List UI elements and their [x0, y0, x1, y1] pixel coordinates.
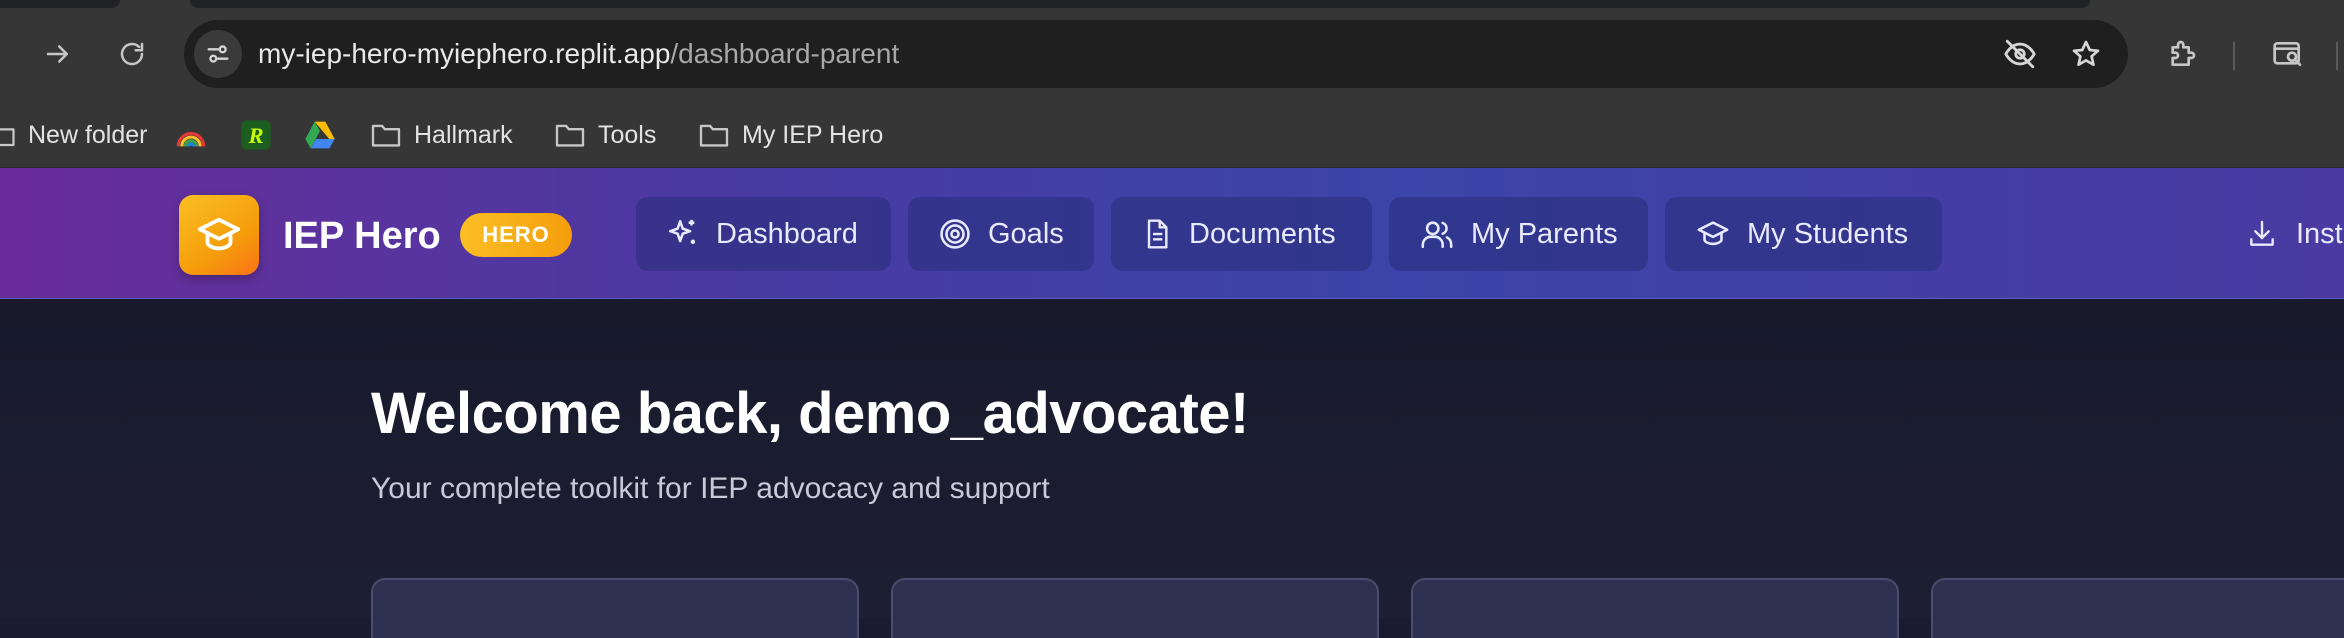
folder-icon: [0, 122, 16, 148]
install-label: Inst: [2296, 217, 2343, 250]
page-subtitle: Your complete toolkit for IEP advocacy a…: [371, 472, 1050, 505]
nav-documents[interactable]: Documents: [1111, 197, 1372, 271]
svg-text:R: R: [247, 123, 263, 148]
nav-dashboard[interactable]: Dashboard: [636, 197, 891, 271]
bookmark-label: Hallmark: [414, 120, 513, 149]
document-icon: [1141, 217, 1173, 251]
bookmark-label: Tools: [598, 120, 657, 149]
toolbar-divider: [2233, 42, 2235, 70]
nav-label: Documents: [1189, 217, 1336, 250]
graduation-cap-icon: [196, 212, 242, 258]
tab-strip: [0, 0, 2344, 8]
site-info-button[interactable]: [194, 30, 242, 78]
url-host: my-iep-hero-myiephero.replit.app: [258, 38, 671, 69]
bookmark-r-logo[interactable]: R: [240, 102, 272, 168]
install-button[interactable]: Inst: [2246, 197, 2343, 271]
extensions-icon: [2166, 38, 2198, 70]
tracking-protection-button[interactable]: [1996, 30, 2044, 78]
bookmark-tools[interactable]: Tools: [554, 102, 656, 168]
download-icon: [2246, 218, 2278, 250]
dashboard-card[interactable]: [891, 578, 1379, 638]
main-content: Welcome back, demo_advocate! Your comple…: [0, 300, 2344, 638]
rainbow-icon: [174, 118, 208, 152]
bookmark-star-button[interactable]: [2062, 30, 2110, 78]
bookmark-rainbow[interactable]: [174, 102, 208, 168]
google-drive-icon: [304, 120, 336, 150]
reload-button[interactable]: [108, 30, 156, 78]
toolbar-divider-2: [2336, 42, 2338, 70]
url-text[interactable]: my-iep-hero-myiephero.replit.app/dashboa…: [258, 20, 899, 88]
bookmark-google-drive[interactable]: [304, 102, 336, 168]
page-title: Welcome back, demo_advocate!: [371, 381, 1249, 446]
app-logo[interactable]: [179, 195, 259, 275]
brand-name[interactable]: IEP Hero: [283, 208, 441, 264]
address-bar[interactable]: my-iep-hero-myiephero.replit.app/dashboa…: [184, 20, 2128, 88]
eye-off-icon: [2003, 37, 2037, 71]
active-tab-edge: [190, 0, 2090, 8]
r-logo-icon: R: [240, 119, 272, 151]
forward-icon: [43, 39, 73, 69]
nav-goals[interactable]: Goals: [908, 197, 1094, 271]
site-info-icon: [204, 40, 232, 68]
folder-icon: [698, 122, 730, 148]
folder-icon: [370, 122, 402, 148]
bookmark-label: My IEP Hero: [742, 120, 884, 149]
folder-icon: [554, 122, 586, 148]
graduation-cap-icon: [1695, 217, 1731, 251]
tab-edge: [0, 0, 120, 8]
hero-badge: HERO: [460, 213, 572, 257]
extensions-button[interactable]: [2158, 30, 2206, 78]
sparkles-icon: [666, 217, 700, 251]
nav-my-students[interactable]: My Students: [1665, 197, 1942, 271]
dashboard-card[interactable]: [1931, 578, 2344, 638]
forward-button[interactable]: [34, 30, 82, 78]
bookmark-label: New folder: [28, 120, 148, 149]
bookmark-hallmark[interactable]: Hallmark: [370, 102, 513, 168]
url-path: /dashboard-parent: [670, 38, 900, 69]
nav-label: My Parents: [1471, 217, 1618, 250]
bookmarks-bar: New folder R Hallmark Tools My IEP Hero: [0, 102, 2344, 168]
nav-label: Dashboard: [716, 217, 858, 250]
bookmark-my-iep-hero[interactable]: My IEP Hero: [698, 102, 883, 168]
app-header: IEP Hero HERO Dashboard Goals Documents …: [0, 168, 2344, 299]
tab-search-icon: [2272, 38, 2304, 70]
users-icon: [1419, 217, 1455, 251]
nav-label: Goals: [988, 217, 1064, 250]
target-icon: [938, 217, 972, 251]
reload-icon: [117, 39, 147, 69]
dashboard-card[interactable]: [1411, 578, 1899, 638]
nav-label: My Students: [1747, 217, 1909, 250]
bookmark-new-folder[interactable]: New folder: [0, 102, 148, 168]
nav-my-parents[interactable]: My Parents: [1389, 197, 1648, 271]
tab-search-button[interactable]: [2264, 30, 2312, 78]
dashboard-card[interactable]: [371, 578, 859, 638]
star-icon: [2070, 38, 2102, 70]
browser-toolbar: my-iep-hero-myiephero.replit.app/dashboa…: [0, 8, 2344, 102]
